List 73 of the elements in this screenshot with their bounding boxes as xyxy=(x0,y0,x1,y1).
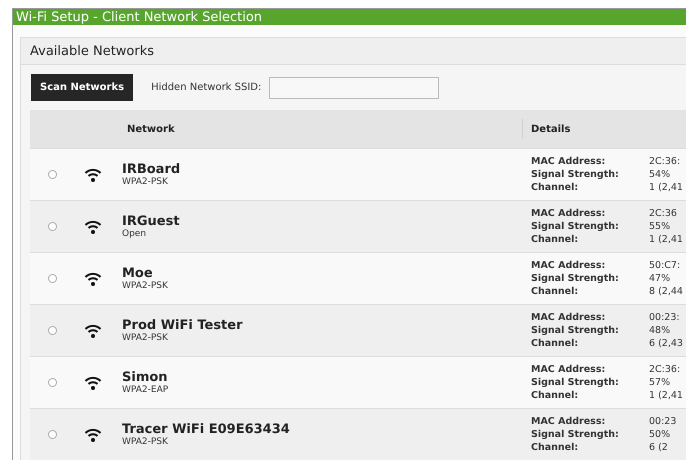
radio-button[interactable] xyxy=(48,222,56,231)
scan-networks-button[interactable]: Scan Networks xyxy=(31,74,134,101)
detail-value: 00:23 xyxy=(649,416,678,427)
detail-value: 1 (2,41 xyxy=(649,182,684,193)
detail-value: 1 (2,41 xyxy=(649,390,684,401)
wifi-icon xyxy=(84,166,102,182)
security-type: WPA2-PSK xyxy=(122,437,169,447)
detail-label: Channel: xyxy=(531,182,580,193)
network-name: Simon xyxy=(122,370,169,385)
detail-value: 50% xyxy=(649,429,672,440)
detail-label: Signal Strength: xyxy=(531,429,620,440)
detail-label: Channel: xyxy=(531,338,580,349)
radio-button[interactable] xyxy=(48,378,56,387)
window-title: Wi-Fi Setup - Client Network Selection xyxy=(13,9,686,25)
detail-label: MAC Address: xyxy=(531,312,606,323)
network-name: Tracer WiFi E09E63434 xyxy=(122,422,291,437)
detail-value: 50:C7: xyxy=(649,260,682,271)
wifi-icon xyxy=(84,322,102,338)
network-row[interactable]: IRGuest Open MAC Address: 2C:36 Signal Strength: 55% Channel: 1 (2,41 xyxy=(30,200,686,252)
wifi-icon xyxy=(84,218,102,234)
column-header: Network xyxy=(126,124,176,134)
network-row[interactable]: Simon WPA2-EAP MAC Address: 2C:36: Signal Strength: 57% Channel: 1 (2,41 xyxy=(30,356,686,408)
hidden-ssid-label: Hidden Network SSID: xyxy=(151,82,262,93)
detail-label: Signal Strength: xyxy=(531,377,620,388)
radio-button[interactable] xyxy=(48,326,56,335)
detail-value: 48% xyxy=(649,325,672,336)
detail-value: 2C:36 xyxy=(649,208,678,219)
detail-label: Signal Strength: xyxy=(531,325,620,336)
column-header: Details xyxy=(522,119,686,139)
radio-button[interactable] xyxy=(48,430,56,439)
detail-label: Signal Strength: xyxy=(531,169,620,180)
wifi-icon xyxy=(84,374,102,390)
detail-value: 2C:36: xyxy=(649,156,682,167)
security-type: WPA2-PSK xyxy=(122,177,169,187)
network-row[interactable]: Tracer WiFi E09E63434 WPA2-PSK MAC Address: 00:23 Signal Strength: 50% Channel: 6 (2 xyxy=(30,408,686,460)
detail-label: MAC Address: xyxy=(531,156,606,167)
detail-label: Channel: xyxy=(531,286,580,297)
detail-value: 2C:36: xyxy=(649,364,682,375)
network-row[interactable]: Moe WPA2-PSK MAC Address: 50:C7: Signal Strength: 47% Channel: 8 (2,44 xyxy=(30,252,686,304)
wifi-icon xyxy=(84,426,102,442)
security-type: WPA2-EAP xyxy=(122,385,170,395)
network-name: IRGuest xyxy=(122,214,181,229)
detail-label: Channel: xyxy=(531,390,580,401)
detail-value: 47% xyxy=(649,273,672,284)
network-name: Prod WiFi Tester xyxy=(122,318,244,333)
network-name: Moe xyxy=(122,266,154,281)
detail-value: 00:23: xyxy=(649,312,681,323)
security-type: Open xyxy=(122,229,148,239)
detail-label: MAC Address: xyxy=(531,416,606,427)
security-type: WPA2-PSK xyxy=(122,281,169,291)
detail-label: Signal Strength: xyxy=(531,273,620,284)
hidden-ssid-field[interactable] xyxy=(269,76,440,98)
wifi-icon xyxy=(84,270,102,286)
radio-button[interactable] xyxy=(48,274,56,283)
detail-value: 1 (2,41 xyxy=(649,234,684,245)
detail-value: 54% xyxy=(649,169,672,180)
security-type: WPA2-PSK xyxy=(122,333,169,343)
detail-value: 57% xyxy=(649,377,672,388)
detail-label: Channel: xyxy=(531,234,580,245)
network-row[interactable]: IRBoard WPA2-PSK MAC Address: 2C:36: Signal Strength: 54% Channel: 1 (2,41 xyxy=(30,148,686,200)
detail-label: MAC Address: xyxy=(531,208,606,219)
detail-value: 6 (2 xyxy=(649,442,669,453)
detail-label: MAC Address: xyxy=(531,260,606,271)
detail-value: 8 (2,44 xyxy=(649,286,684,297)
network-row[interactable]: Prod WiFi Tester WPA2-PSK MAC Address: 00:23: Signal Strength: 48% Channel: 6 (2,43 xyxy=(30,304,686,356)
detail-label: Channel: xyxy=(531,442,580,453)
radio-button[interactable] xyxy=(48,170,56,179)
detail-value: 55% xyxy=(649,221,672,232)
detail-label: Signal Strength: xyxy=(531,221,620,232)
panel-title: Available Networks xyxy=(21,38,686,65)
network-name: IRBoard xyxy=(122,162,182,177)
detail-label: MAC Address: xyxy=(531,364,606,375)
detail-value: 6 (2,43 xyxy=(649,338,684,349)
